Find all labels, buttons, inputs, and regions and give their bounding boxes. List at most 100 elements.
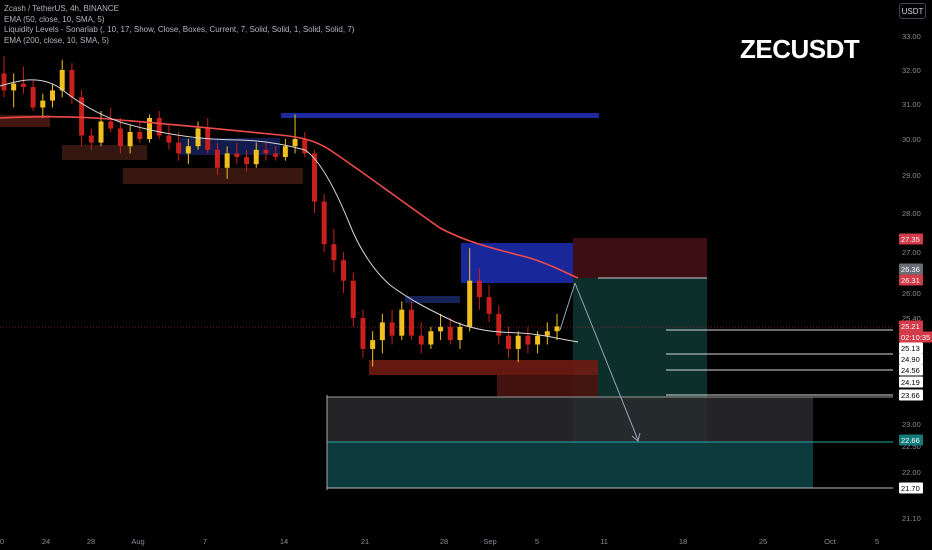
candle-body [156,118,162,136]
candle-body [253,149,259,165]
candle-body [389,322,395,336]
x-tick-label: 11 [600,537,608,546]
candle-body [40,100,46,108]
supply-box-top [281,113,599,118]
x-tick-label: 21 [361,537,369,546]
x-tick-label: Aug [131,537,144,546]
price-tag: 26.31 [899,274,923,286]
svg-text:25.13: 25.13 [901,344,920,353]
candle-body [399,309,405,336]
candle-body [408,309,414,336]
price-tag: 26.36 [899,263,923,275]
x-tick-label: 7 [203,537,207,546]
y-tick-label: 31.00 [902,100,921,109]
price-tag: 25.21 [899,320,923,332]
svg-text:27.35: 27.35 [901,235,920,244]
svg-text:24.56: 24.56 [901,366,920,375]
candle-body [224,153,230,168]
candle-body [117,128,123,147]
y-tick-label: 21.10 [902,514,921,523]
candle-body [321,201,327,245]
candle-body [30,87,36,108]
candle-body [350,280,356,318]
candle-body [535,335,541,345]
svg-text:24.19: 24.19 [901,378,920,387]
candle-body [292,139,298,147]
y-tick-label: 23.00 [902,420,921,429]
candle-body [88,135,94,143]
svg-text:26.36: 26.36 [901,265,920,274]
price-tag: 24.56 [899,364,923,376]
x-tick-label: 18 [679,537,687,546]
legend-ema200[interactable]: EMA (200, close, 10, SMA, 5) [4,36,354,47]
candle-body [273,153,279,157]
demand-box-2 [497,375,598,397]
candle-body [98,121,104,143]
legend-ema50[interactable]: EMA (50, close, 10, SMA, 5) [4,15,354,26]
candle-body [370,340,376,349]
candle-body [476,280,482,298]
demand-box-1 [369,360,598,375]
candle-body [166,135,172,143]
demand-box-5 [123,168,303,184]
price-tag: 02:10:35 [899,331,932,343]
candle-body [457,326,463,341]
y-tick-label: 30.00 [902,135,921,144]
y-tick-label: 28.00 [902,209,921,218]
candle-body [438,326,444,332]
candle-body [50,90,56,101]
candle-body [176,142,182,154]
svg-text:24.90: 24.90 [901,355,920,364]
candle-body [525,335,531,345]
price-tag: 22.66 [899,434,923,446]
candle-body [59,70,65,91]
price-tag: 23.66 [899,389,923,401]
candle-body [137,132,143,139]
candle-body [447,326,453,341]
y-tick-label: 29.00 [902,171,921,180]
y-tick-label: 26.00 [902,289,921,298]
svg-text:21.70: 21.70 [901,484,920,493]
svg-text:02:10:35: 02:10:35 [901,333,930,342]
x-tick-label: 5 [875,537,879,546]
legend-symbol[interactable]: Zcash / TetherUS, 4h, BINANCE [4,4,354,15]
x-tick-label: 28 [440,537,448,546]
price-tag: 24.90 [899,353,923,365]
demand-box-7 [405,296,460,303]
sl-zone [573,238,707,278]
candle-body [282,146,288,157]
chart-legend: Zcash / TetherUS, 4h, BINANCE EMA (50, c… [4,4,354,46]
candle-body [185,146,191,154]
candle-body [234,153,240,157]
candle-body [360,318,366,349]
candle-body [554,326,560,332]
candle-body [505,335,511,349]
candle-body [379,322,385,341]
svg-text:26.31: 26.31 [901,276,920,285]
candle-body [20,83,26,87]
price-chart[interactable]: 33.00 32.00 31.00 30.00 29.00 28.00 27.00 26.00… [0,0,932,550]
chart-title: ZECUSDT [740,34,860,64]
candle-body [331,244,337,261]
svg-text:25.21: 25.21 [901,322,920,331]
candle-body [11,83,17,91]
candle-body [544,331,550,336]
price-tag: 27.35 [899,233,923,245]
svg-text:22.66: 22.66 [901,436,920,445]
candle-body [69,70,75,98]
legend-liquidity[interactable]: Liquidity Levels - Sonarlab (, 10, 17, S… [4,25,354,36]
x-tick-label: 28 [87,537,95,546]
liquidity-box-gray [327,397,813,442]
candle-body [108,121,114,129]
candle-body [467,280,473,327]
candle-body [341,260,347,281]
candle-body [486,297,492,314]
price-tag: 21.70 [899,482,923,494]
candle-body [428,331,434,345]
x-tick-label: 24 [42,537,50,546]
currency-button[interactable]: USDT [899,3,926,19]
y-tick-label: 27.00 [902,248,921,257]
candle-body [418,335,424,345]
x-tick-label: Oct [824,537,837,546]
svg-text:23.66: 23.66 [901,391,920,400]
